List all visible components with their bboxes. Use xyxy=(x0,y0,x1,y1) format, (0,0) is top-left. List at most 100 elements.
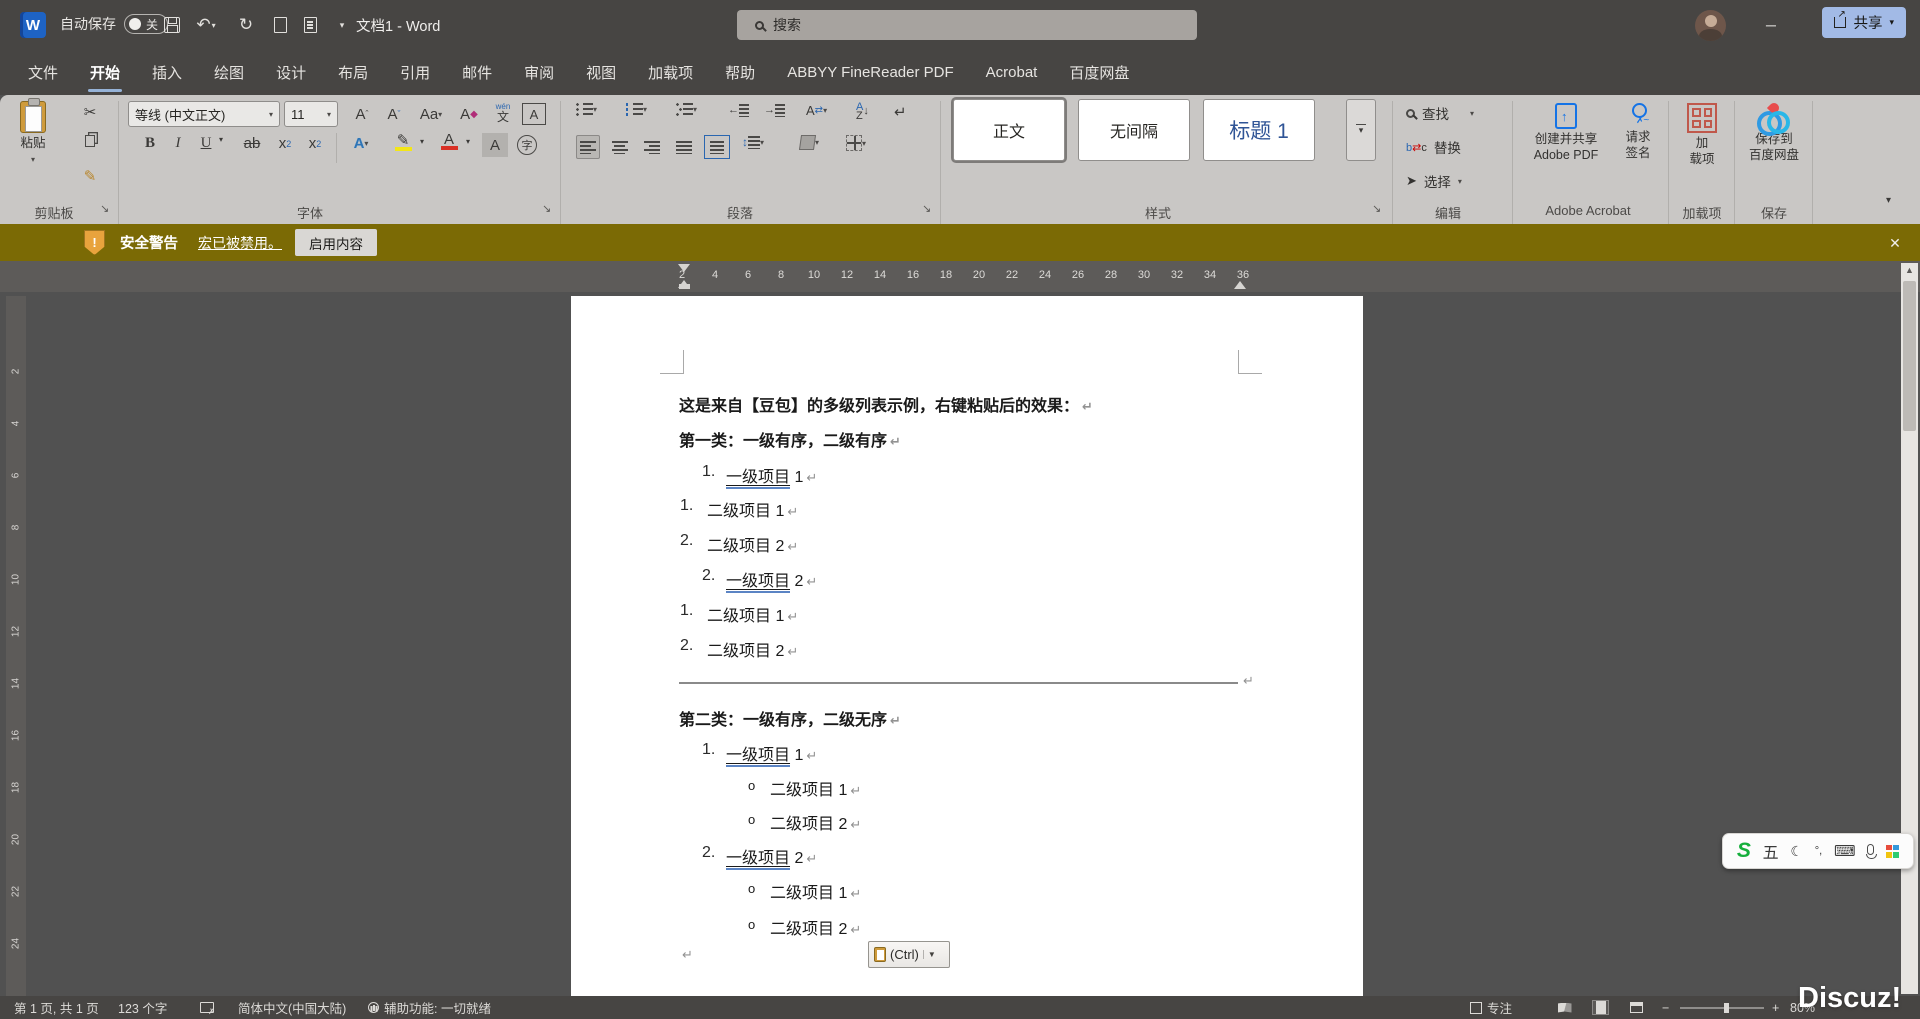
highlight-menu[interactable]: ▾ xyxy=(416,137,428,146)
night-mode-icon[interactable]: ☾ xyxy=(1790,843,1803,860)
tab-mailings[interactable]: 邮件 xyxy=(448,50,506,95)
doc-line[interactable]: ↵ xyxy=(571,673,1363,697)
asian-layout-button[interactable]: A⇄▾ xyxy=(806,103,827,118)
clear-formatting-button[interactable]: A◆ xyxy=(455,101,483,127)
phonetic-guide-button[interactable]: wén 文 xyxy=(490,99,516,127)
format-painter-button[interactable]: ✎ xyxy=(76,167,104,185)
minimize-button[interactable]: ─ xyxy=(1748,0,1794,50)
font-color-menu[interactable]: ▾ xyxy=(462,137,474,146)
tab-baidu[interactable]: 百度网盘 xyxy=(1055,50,1143,95)
style-card-1[interactable]: 无间隔 xyxy=(1078,99,1190,161)
collapse-ribbon-button[interactable]: ▾ xyxy=(1886,195,1891,206)
doc-line[interactable]: o二级项目 1↵ xyxy=(571,776,1363,800)
avatar[interactable] xyxy=(1695,10,1726,41)
web-layout-button[interactable] xyxy=(1628,1000,1645,1015)
strikethrough-button[interactable]: ab xyxy=(238,135,266,152)
autosave-control[interactable]: 自动保存 关 xyxy=(60,14,168,34)
doc-line[interactable]: 1.一级项目 1↵ xyxy=(571,463,1363,487)
zoom-in-button[interactable]: + xyxy=(1772,1001,1779,1015)
redo-button[interactable]: ↻ xyxy=(232,11,260,39)
tab-review[interactable]: 审阅 xyxy=(510,50,568,95)
font-dialog-launcher-icon[interactable]: ↘ xyxy=(542,202,551,215)
align-center-button[interactable] xyxy=(608,135,632,159)
underlined-text[interactable]: 一级项目 xyxy=(726,747,790,767)
text-effects-button[interactable]: A▾ xyxy=(346,135,376,152)
style-card-0[interactable]: 正文 xyxy=(953,99,1065,161)
shrink-font-button[interactable]: Aˇ xyxy=(380,101,408,127)
tab-insert[interactable]: 插入 xyxy=(138,50,196,95)
enable-content-button[interactable]: 启用内容 xyxy=(295,229,377,256)
ime-mode-button[interactable]: 五 xyxy=(1763,839,1779,863)
bold-button[interactable]: B xyxy=(138,135,162,152)
font-name-combo[interactable]: 等线 (中文正文)▾ xyxy=(128,101,280,127)
language-status[interactable]: 简体中文(中国大陆) xyxy=(238,998,346,1017)
punctuation-mode-button[interactable]: °, xyxy=(1815,845,1822,857)
doc-line[interactable]: 这是来自【豆包】的多级列表示例，右键粘贴后的效果：↵ xyxy=(571,392,1363,416)
warning-link[interactable]: 宏已被禁用。 xyxy=(198,233,282,253)
paste-options-button[interactable]: (Ctrl) ▼ xyxy=(868,941,950,968)
highlight-color-button[interactable]: ✎ xyxy=(386,131,420,151)
word-logo-icon[interactable]: W xyxy=(20,12,46,38)
doc-line[interactable]: 1.二级项目 1↵ xyxy=(571,497,1363,521)
distribute-button[interactable] xyxy=(704,135,730,159)
document-page[interactable]: 这是来自【豆包】的多级列表示例，右键粘贴后的效果：↵ 第一类：一级有序，二级有序↵… xyxy=(571,296,1363,996)
tab-file[interactable]: 文件 xyxy=(14,50,72,95)
create-pdf-button[interactable]: 创建并共享Adobe PDF xyxy=(1522,103,1610,163)
horizontal-ruler[interactable]: 24681012141618202224262830323436 xyxy=(0,261,1920,292)
save-button[interactable] xyxy=(158,11,186,39)
character-shading-button[interactable]: A xyxy=(482,133,508,157)
align-right-button[interactable] xyxy=(640,135,664,159)
character-border-button[interactable]: A xyxy=(522,103,546,125)
print-layout-button[interactable] xyxy=(1592,1000,1609,1015)
read-mode-button[interactable] xyxy=(1556,1000,1573,1015)
toolbox-grid-icon[interactable] xyxy=(1886,845,1899,858)
zoom-slider[interactable] xyxy=(1680,1007,1764,1009)
tab-view[interactable]: 视图 xyxy=(572,50,630,95)
sort-button[interactable]: AZ↓ xyxy=(856,103,869,121)
multilevel-list-button[interactable]: ▾ xyxy=(676,103,697,116)
scroll-up-icon[interactable]: ▲ xyxy=(1901,265,1918,275)
scrollbar-thumb[interactable] xyxy=(1903,281,1916,431)
page-count[interactable]: 第 1 页, 共 1 页 xyxy=(14,998,99,1017)
align-left-button[interactable] xyxy=(576,135,600,159)
borders-button[interactable]: ▾ xyxy=(846,135,866,151)
left-indent-marker[interactable] xyxy=(679,284,690,289)
doc-line[interactable]: 2.一级项目 2↵ xyxy=(571,844,1363,868)
font-size-combo[interactable]: 11▾ xyxy=(284,101,338,127)
search-input[interactable]: 搜索 xyxy=(737,10,1197,40)
doc-line[interactable]: o二级项目 1↵ xyxy=(571,879,1363,903)
styles-more-button[interactable]: ▾ xyxy=(1346,99,1376,161)
tab-addins[interactable]: 加载项 xyxy=(634,50,707,95)
focus-button[interactable]: 专注 xyxy=(1470,998,1512,1017)
sogou-ime-bar[interactable]: S 五 ☾ °, ⌨ xyxy=(1722,833,1914,869)
copy-button[interactable] xyxy=(76,135,104,147)
select-button[interactable]: ➤选择▾ xyxy=(1406,171,1462,191)
paragraph-dialog-launcher-icon[interactable]: ↘ xyxy=(922,202,931,215)
tab-help[interactable]: 帮助 xyxy=(711,50,769,95)
tab-layout[interactable]: 布局 xyxy=(324,50,382,95)
doc-line[interactable]: 1.二级项目 1↵ xyxy=(571,602,1363,626)
tab-home[interactable]: 开始 xyxy=(76,50,134,95)
doc-line[interactable]: 2.一级项目 2↵ xyxy=(571,567,1363,591)
underlined-text[interactable]: 一级项目 xyxy=(726,573,790,593)
subscript-button[interactable]: x2 xyxy=(272,135,298,152)
doc-line[interactable]: 2.二级项目 2↵ xyxy=(571,532,1363,556)
save-to-baidu-button[interactable]: 保存到百度网盘 xyxy=(1742,103,1806,163)
underline-menu[interactable]: ▾ xyxy=(214,135,228,144)
change-case-button[interactable]: Aa▾ xyxy=(414,101,448,127)
underlined-text[interactable]: 一级项目 xyxy=(726,469,790,489)
tab-acrobat[interactable]: Acrobat xyxy=(972,50,1052,95)
undo-button[interactable]: ↶▾ xyxy=(192,11,220,39)
style-card-2[interactable]: 标题 1 xyxy=(1203,99,1315,161)
replace-button[interactable]: b⇄c替换 xyxy=(1406,137,1461,157)
doc-line[interactable]: ↵ xyxy=(571,947,1363,971)
zoom-slider-thumb[interactable] xyxy=(1724,1003,1729,1013)
styles-dialog-launcher-icon[interactable]: ↘ xyxy=(1372,202,1381,215)
tab-references[interactable]: 引用 xyxy=(386,50,444,95)
font-color-button[interactable]: A xyxy=(434,131,464,150)
doc-line[interactable]: 第一类：一级有序，二级有序↵ xyxy=(571,427,1363,451)
cut-button[interactable]: ✂ xyxy=(76,103,104,121)
doc-line[interactable]: 2.二级项目 2↵ xyxy=(571,637,1363,661)
bullets-button[interactable]: ▾ xyxy=(576,103,597,116)
doc-line[interactable]: o二级项目 2↵ xyxy=(571,810,1363,834)
